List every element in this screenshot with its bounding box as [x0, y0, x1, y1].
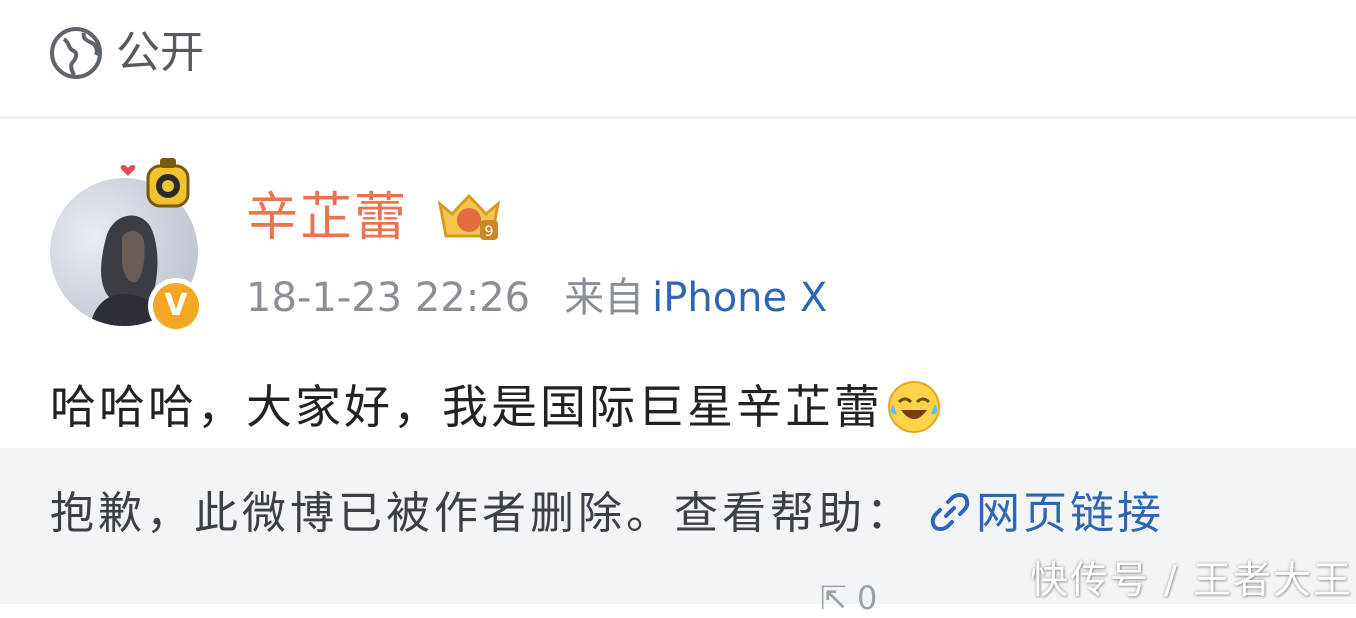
web-link[interactable]: 网页链接 [976, 488, 1164, 539]
visibility-label: 公开 [116, 27, 204, 78]
member-level: 9 [485, 224, 494, 240]
repost-count: 0 [856, 579, 878, 617]
post-meta: 18-1-23 22:26 来自 iPhone X [246, 272, 827, 324]
author-name[interactable]: 辛芷蕾 [246, 186, 408, 250]
post-source[interactable]: iPhone X [652, 275, 827, 321]
avatar-pendant-decoration-icon [120, 158, 190, 208]
from-label: 来自 [564, 275, 645, 321]
visibility-bar: 公开 [0, 0, 1356, 119]
deleted-notice: 抱歉，此微博已被作者删除。查看帮助： 网页链接 [50, 484, 1164, 544]
repost-icon: ⇱ [820, 579, 847, 617]
watermark: 快传号 / 王者大王 [1030, 558, 1353, 602]
vip-crown-badge-icon[interactable]: 9 [434, 190, 504, 246]
laughing-crying-emoji [888, 380, 940, 433]
repost-button[interactable]: ⇱ 0 [820, 578, 877, 618]
globe-icon [50, 27, 102, 79]
link-icon[interactable] [928, 490, 972, 534]
post-time[interactable]: 18-1-23 22:26 [246, 275, 530, 321]
post-text: 哈哈哈，大家好，我是国际巨星辛芷蕾 [50, 380, 883, 434]
deleted-message: 抱歉，此微博已被作者删除。查看帮助： [50, 488, 914, 539]
verified-v-icon: V [148, 278, 204, 334]
post-content: 哈哈哈，大家好，我是国际巨星辛芷蕾 [50, 376, 941, 438]
